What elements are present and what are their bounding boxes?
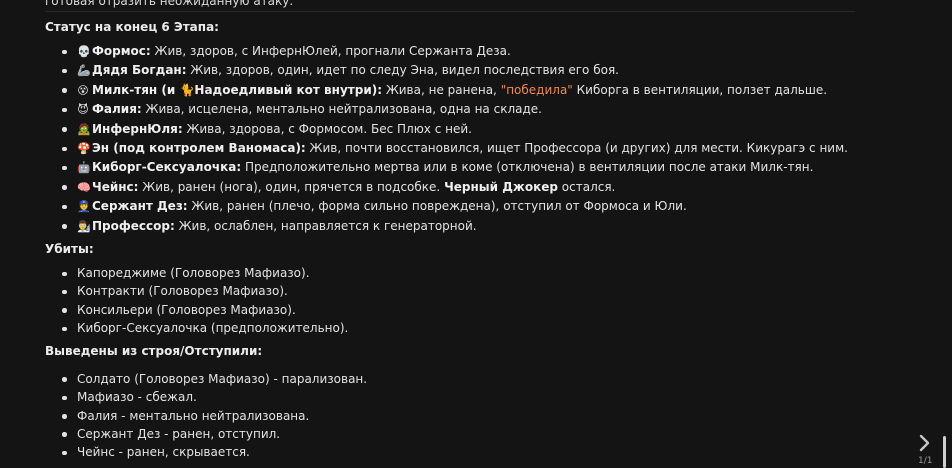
character-status-tail: Киборга в вентиляции, ползет дальше. — [572, 82, 828, 97]
character-name: Эн (под контролем Ваномаса): — [92, 141, 306, 156]
character-name: Киборг-Сексуалочка: — [92, 160, 242, 175]
character-status: Жив, здоров, с ИнфернЮлей, прогнали Серж… — [150, 44, 511, 58]
character-name: Фалия: — [92, 102, 142, 117]
zombie-icon: 🧟 — [77, 122, 91, 136]
character-name: Дядя Богдан: — [92, 63, 187, 78]
list-item: Капореджиме (Головорез Мафиазо). — [45, 264, 855, 282]
status-item-cyborg: 🤖Киборг-Сексуалочка: Предположительно ме… — [45, 158, 855, 177]
character-name: Профессор: — [92, 218, 175, 233]
skull-icon: 💀 — [77, 45, 91, 58]
character-name: Милк-тян (и 🐈Надоедливый кот внутри): — [92, 82, 383, 97]
character-status: Жива, не ранена, — [382, 82, 501, 97]
character-status: Жива, здорова, с Формосом. Бес Плюх с не… — [182, 121, 472, 136]
status-list: 💀Формос: Жив, здоров, с ИнфернЮлей, прог… — [45, 42, 855, 236]
brain-icon: 🧠 — [77, 180, 91, 194]
character-status: Жив, здоров, один, идет по следу Эна, ви… — [186, 63, 619, 78]
status-item-milk: 😵 Милк-тян (и 🐈Надоедливый кот внутри): Ж… — [45, 81, 855, 100]
status-item-falia: 😈 Фалия: Жива, исцелена, ментально нейтра… — [45, 100, 855, 119]
killed-list: Капореджиме (Головорез Мафиазо). Контрак… — [45, 264, 855, 338]
character-status-tail: остался. — [557, 179, 616, 194]
character-status: Жив, почти восстановился, ищет Профессор… — [305, 141, 848, 156]
out-of-action-heading: Выведены из строя/Отступили: — [45, 343, 263, 358]
list-item: Солдато (Головорез Мафиазо) - парализова… — [45, 370, 855, 388]
police-officer-icon: 👮 — [77, 200, 91, 214]
status-item-professor: 👨‍🔬Профессор: Жив, ослаблен, направляетс… — [45, 217, 855, 236]
status-item-en: 🍄Эн (под контролем Ваномаса): Жив, почти… — [45, 139, 855, 158]
mechanical-arm-icon: 🦾 — [77, 64, 91, 78]
character-status: Жив, ранен (нога), один, прячется в подс… — [138, 179, 445, 194]
character-status: Жива, исцелена, ментально нейтрализована… — [141, 102, 542, 117]
list-item: Киборг-Сексуалочка (предположительно). — [45, 319, 855, 337]
quoted-highlight: "победила" — [500, 82, 573, 97]
status-item-bogdan: 🦾Дядя Богдан: Жив, здоров, один, идет по… — [45, 61, 855, 80]
character-status: Предположительно мертва или в коме (откл… — [241, 160, 814, 175]
character-status: Жив, ранен (плечо, форма сильно поврежде… — [187, 199, 687, 214]
character-name: Сержант Дез: — [92, 199, 188, 214]
scrollbar-thumb[interactable] — [943, 436, 946, 468]
status-heading: Статус на конец 6 Этапа: — [45, 20, 219, 34]
message-content: готовая отразить неожиданную атаку. Стат… — [45, 0, 855, 462]
character-name: ИнфернЮля: — [92, 121, 183, 136]
robot-icon: 🤖 — [77, 161, 91, 175]
killed-heading: Убиты: — [45, 242, 94, 257]
list-item: Мафиазо - сбежал. — [45, 388, 855, 406]
status-item-dez: 👮Сержант Дез: Жив, ранен (плечо, форма с… — [45, 197, 855, 216]
status-item-infernyulya: 🧟ИнфернЮля: Жива, здорова, с Формосом. Б… — [45, 120, 855, 139]
scientist-icon: 👨‍🔬 — [77, 219, 91, 233]
list-item: Консильери (Головорез Мафиазо). — [45, 301, 855, 319]
dizzy-face-icon: 😵 — [77, 83, 89, 97]
bold-highlight: Черный Джокер — [444, 179, 558, 194]
smiling-devil-icon: 😈 — [77, 103, 89, 117]
chevron-right-icon[interactable] — [916, 432, 934, 454]
out-of-action-list: Солдато (Головорез Мафиазо) - парализова… — [45, 370, 855, 462]
list-item: Фалия - ментально нейтрализована. — [45, 407, 855, 425]
list-item: Чейнс - ранен, скрывается. — [45, 443, 855, 461]
mushroom-icon: 🍄 — [77, 142, 91, 156]
status-item-formos: 💀Формос: Жив, здоров, с ИнфернЮлей, прог… — [45, 42, 855, 61]
previous-paragraph-tail: готовая отразить неожиданную атаку. — [45, 0, 855, 12]
status-item-cheins: 🧠Чейнс: Жив, ранен (нога), один, прячетс… — [45, 178, 855, 197]
character-status: Жив, ослаблен, направляется к генераторн… — [174, 218, 477, 233]
list-item: Контракти (Головорез Мафиазо). — [45, 282, 855, 300]
list-item: Сержант Дез - ранен, отступил. — [45, 425, 855, 443]
character-name: Формос: — [92, 44, 151, 58]
page-indicator: 1/1 — [918, 456, 933, 466]
character-name: Чейнс: — [92, 179, 139, 194]
